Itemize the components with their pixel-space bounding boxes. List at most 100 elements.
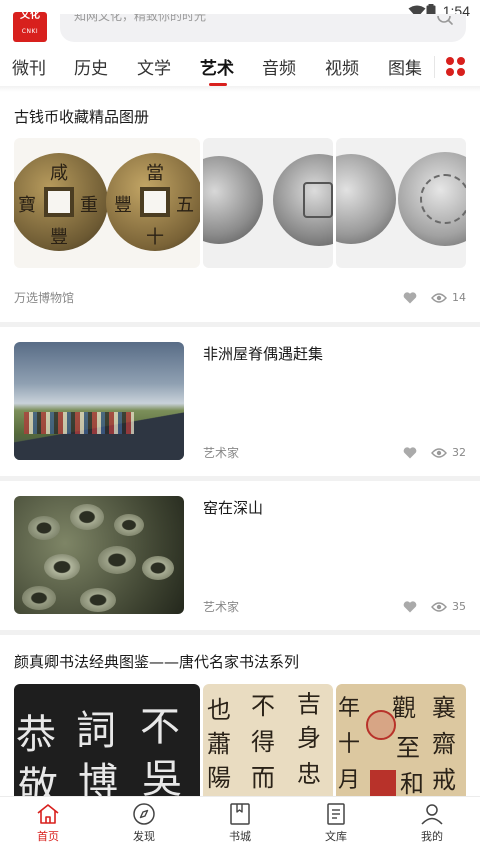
header: 文化 CNKI 知网文化，精致你的时光 bbox=[0, 0, 480, 44]
calligraphy-glyph: 年 bbox=[338, 696, 361, 721]
tab-weikan[interactable]: 微刊 bbox=[12, 54, 46, 79]
view-count: 14 bbox=[452, 291, 466, 304]
like-icon[interactable] bbox=[403, 291, 417, 304]
tab-video[interactable]: 视频 bbox=[325, 54, 359, 79]
nav-label: 书城 bbox=[229, 830, 251, 843]
tab-history[interactable]: 历史 bbox=[74, 54, 108, 79]
coin-image-3 bbox=[336, 138, 466, 268]
card-title: 古钱币收藏精品图册 bbox=[14, 108, 150, 126]
coin-glyph: 當 bbox=[146, 163, 164, 184]
app-logo[interactable]: 文化 CNKI bbox=[13, 12, 47, 42]
pot-shape bbox=[80, 588, 116, 612]
pot-shape bbox=[44, 554, 80, 580]
card-stats: 35 bbox=[403, 600, 466, 613]
coin-glyph: 十 bbox=[146, 227, 164, 248]
pot-shape bbox=[28, 516, 60, 540]
book-icon bbox=[230, 803, 250, 825]
calligraphy-glyph: 詞 bbox=[76, 708, 116, 754]
seal-stamp bbox=[370, 770, 396, 796]
tabs-divider bbox=[0, 86, 480, 92]
coin-image-1: 咸 豐 重 寶 當 十 五 豐 bbox=[14, 138, 200, 268]
coin-glyph: 寶 bbox=[18, 195, 36, 216]
nav-library[interactable]: 文库 bbox=[306, 803, 366, 844]
pot-shape bbox=[114, 514, 144, 536]
article-thumbnail bbox=[14, 496, 184, 614]
section-divider bbox=[0, 322, 480, 327]
coin-glyph: 豐 bbox=[50, 227, 68, 248]
search-placeholder: 知网文化，精致你的时光 bbox=[74, 14, 207, 23]
article-thumbnail bbox=[14, 342, 184, 460]
pot-shape bbox=[98, 546, 136, 574]
section-divider bbox=[0, 630, 480, 635]
document-icon bbox=[327, 803, 345, 825]
coin: 咸 豐 重 寶 bbox=[14, 153, 108, 251]
calligraphy-glyph: 和 bbox=[400, 770, 424, 796]
coin-glyph: 豐 bbox=[114, 195, 132, 216]
user-icon bbox=[421, 804, 443, 825]
calligraphy-glyph: 陽 bbox=[207, 764, 231, 792]
calligraphy-glyph: 觀 bbox=[392, 694, 416, 722]
card-source: 艺术家 bbox=[203, 600, 240, 614]
tab-art[interactable]: 艺术 bbox=[200, 54, 234, 79]
nav-discover[interactable]: 发现 bbox=[114, 803, 174, 844]
category-tabs: 微刊 历史 文学 艺术 音频 视频 图集 bbox=[0, 50, 480, 86]
tab-literature[interactable]: 文学 bbox=[137, 54, 171, 79]
calligraphy-glyph: 敬 bbox=[18, 764, 58, 796]
calligraphy-glyph: 也 bbox=[207, 696, 231, 724]
search-icon bbox=[437, 16, 453, 25]
silver-coin bbox=[273, 154, 333, 246]
view-count: 32 bbox=[452, 446, 466, 459]
search-bar[interactable]: 知网文化，精致你的时光 bbox=[60, 14, 466, 42]
channel-menu-icon[interactable] bbox=[446, 57, 466, 77]
view-count: 35 bbox=[452, 600, 466, 613]
card-title: 颜真卿书法经典图鉴——唐代名家书法系列 bbox=[14, 653, 300, 671]
calligraphy-glyph: 吉 bbox=[297, 690, 321, 718]
calligraphy-glyph: 戒 bbox=[432, 766, 456, 794]
nav-profile[interactable]: 我的 bbox=[402, 803, 462, 844]
calligraphy-glyph: 而 bbox=[251, 764, 275, 792]
coin-glyph: 咸 bbox=[50, 163, 68, 184]
card-source: 万选博物馆 bbox=[14, 291, 75, 305]
views-icon bbox=[431, 447, 447, 458]
nav-label: 发现 bbox=[133, 830, 155, 843]
tab-gallery[interactable]: 图集 bbox=[388, 54, 422, 79]
nav-bookstore[interactable]: 书城 bbox=[210, 803, 270, 844]
calligraphy-glyph: 月 bbox=[338, 768, 361, 793]
tab-divider bbox=[434, 56, 435, 78]
card-title: 窑在深山 bbox=[203, 499, 264, 517]
nav-label: 我的 bbox=[421, 830, 443, 843]
coin-glyph: 五 bbox=[176, 195, 194, 216]
card-stats: 14 bbox=[403, 291, 466, 304]
calligraphy-glyph: 身 bbox=[297, 724, 321, 752]
coin-glyph: 重 bbox=[80, 195, 98, 216]
views-icon bbox=[431, 292, 447, 303]
home-icon bbox=[37, 804, 59, 824]
calligraphy-glyph: 博 bbox=[78, 760, 118, 796]
tab-audio[interactable]: 音频 bbox=[262, 54, 296, 79]
like-icon[interactable] bbox=[403, 600, 417, 613]
calligraphy-image-2: 也 不 吉 蕭 得 身 陽 而 忠 bbox=[203, 684, 333, 796]
calligraphy-glyph: 吳 bbox=[142, 756, 182, 796]
pot-shape bbox=[142, 556, 174, 580]
calligraphy-glyph: 不 bbox=[140, 704, 180, 750]
coin: 當 十 五 豐 bbox=[106, 153, 200, 251]
bottom-nav: 首页 发现 书城 文库 我的 bbox=[0, 796, 480, 853]
calligraphy-glyph: 得 bbox=[251, 728, 275, 756]
calligraphy-glyph: 齋 bbox=[432, 730, 456, 758]
calligraphy-glyph: 襄 bbox=[432, 694, 456, 722]
pot-shape bbox=[70, 504, 104, 530]
nav-home[interactable]: 首页 bbox=[18, 803, 78, 844]
silver-coin bbox=[398, 152, 466, 246]
logo-text: 文化 bbox=[20, 12, 40, 21]
silver-coin bbox=[336, 154, 396, 244]
silver-coin bbox=[203, 156, 263, 244]
calligraphy-glyph: 忠 bbox=[297, 760, 321, 788]
calligraphy-glyph: 蕭 bbox=[207, 730, 231, 758]
card-title: 非洲屋脊偶遇赶集 bbox=[203, 345, 324, 363]
like-icon[interactable] bbox=[403, 446, 417, 459]
calligraphy-glyph: 不 bbox=[251, 692, 275, 720]
views-icon bbox=[431, 601, 447, 612]
calligraphy-glyph: 恭 bbox=[16, 712, 56, 758]
calligraphy-glyph: 至 bbox=[396, 734, 420, 762]
calligraphy-glyph: 十 bbox=[338, 732, 361, 757]
